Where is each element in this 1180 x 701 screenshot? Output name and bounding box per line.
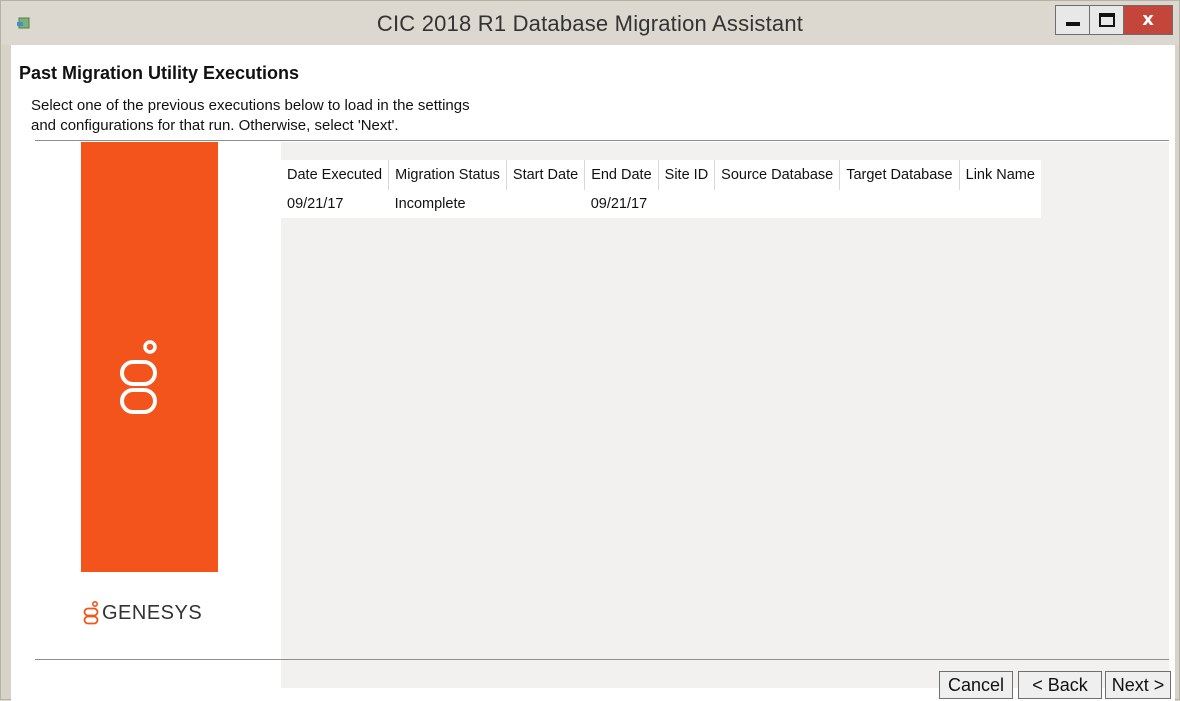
window-title: CIC 2018 R1 Database Migration Assistant [376, 11, 804, 36]
column-header-link-name[interactable]: Link Name [959, 160, 1041, 190]
column-header-end-date[interactable]: End Date [584, 160, 659, 190]
wizard-page: Past Migration Utility Executions Select… [11, 45, 1175, 701]
table-header-row: Date Executed Migration Status Start Dat… [281, 160, 1041, 190]
close-icon: x [1142, 9, 1154, 30]
cell-source-database[interactable] [715, 190, 840, 218]
genesys-logo-icon [83, 601, 99, 625]
maximize-button[interactable] [1090, 5, 1124, 35]
cell-target-database[interactable] [840, 190, 959, 218]
minimize-icon [1065, 22, 1080, 26]
cell-link-name[interactable] [959, 190, 1041, 218]
cell-site-id[interactable] [658, 190, 715, 218]
back-button[interactable]: < Back [1018, 671, 1102, 699]
brand-panel [81, 142, 218, 572]
genesys-logo: GENESYS [83, 601, 202, 625]
column-header-migration-status[interactable]: Migration Status [388, 160, 507, 190]
header-divider [35, 140, 1169, 141]
maximize-icon [1098, 13, 1115, 27]
table-row[interactable]: 09/21/17 Incomplete 09/21/17 [281, 190, 1041, 218]
column-header-date-executed[interactable]: Date Executed [281, 160, 390, 190]
column-header-source-database[interactable]: Source Database [714, 160, 841, 190]
footer-divider [35, 659, 1169, 660]
description-line-1: Select one of the previous executions be… [31, 97, 470, 114]
cancel-button[interactable]: Cancel [939, 671, 1013, 699]
description-line-2: and configurations for that run. Otherwi… [31, 117, 399, 134]
minimize-button[interactable] [1055, 5, 1090, 35]
cell-migration-status[interactable]: Incomplete [389, 190, 507, 218]
column-header-target-database[interactable]: Target Database [839, 160, 960, 190]
next-button[interactable]: Next > [1105, 671, 1171, 699]
genesys-mark-icon [120, 340, 157, 414]
cell-start-date[interactable] [506, 190, 584, 218]
page-title: Past Migration Utility Executions [19, 63, 300, 83]
page-description: Select one of the previous executions be… [31, 96, 470, 136]
executions-table: Date Executed Migration Status Start Dat… [281, 160, 1041, 218]
column-header-site-id[interactable]: Site ID [658, 160, 716, 190]
app-window: CIC 2018 R1 Database Migration Assistant… [0, 0, 1180, 701]
executions-grid-area: Date Executed Migration Status Start Dat… [281, 142, 1169, 688]
close-button[interactable]: x [1124, 5, 1173, 35]
genesys-wordmark: GENESYS [102, 601, 203, 624]
title-bar[interactable]: CIC 2018 R1 Database Migration Assistant… [1, 1, 1179, 45]
cell-date-executed[interactable]: 09/21/17 [281, 190, 389, 218]
cell-end-date[interactable]: 09/21/17 [585, 190, 658, 218]
column-header-start-date[interactable]: Start Date [506, 160, 586, 190]
